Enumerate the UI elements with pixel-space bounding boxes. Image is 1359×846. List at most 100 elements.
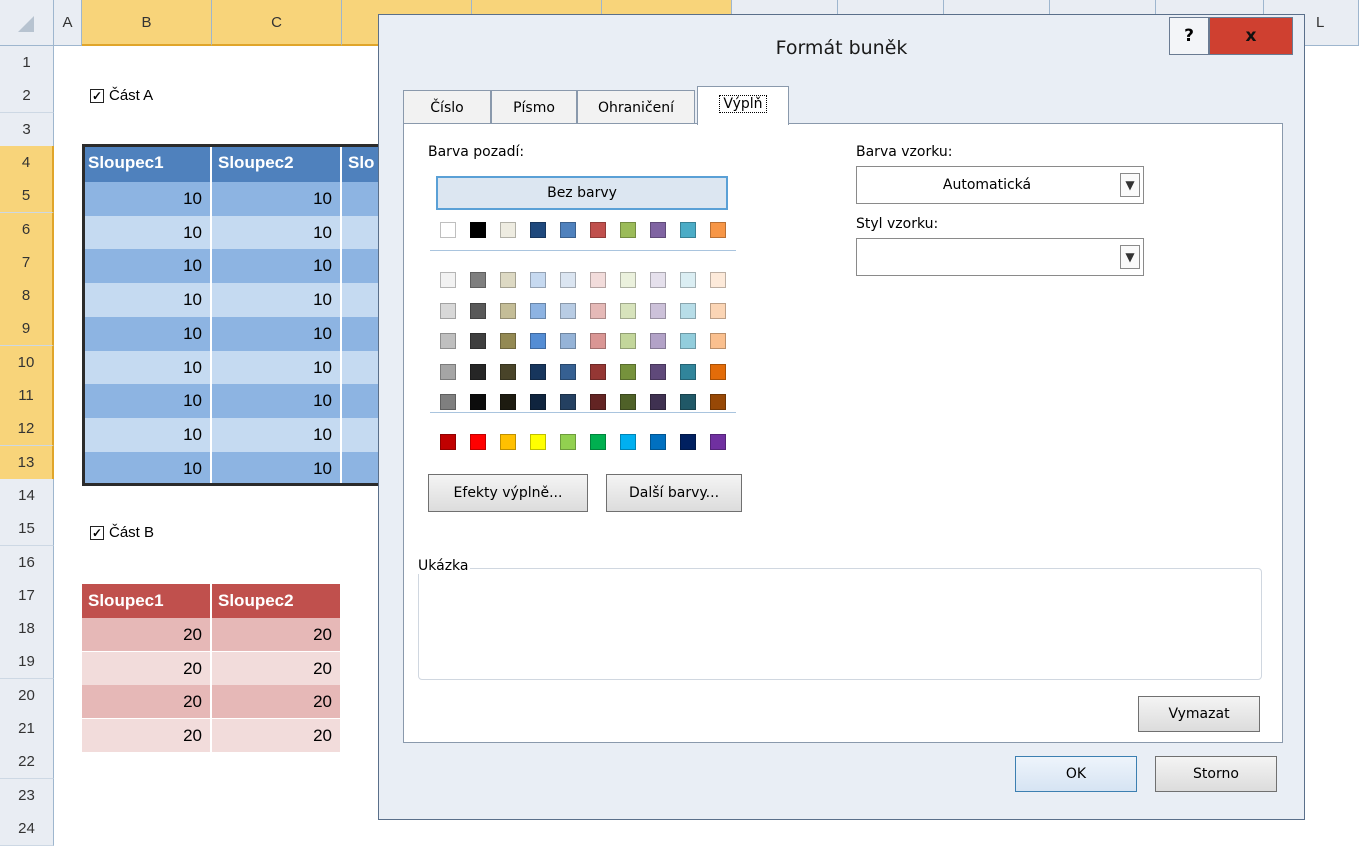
shade-color-swatch[interactable] [650, 272, 666, 288]
shade-color-swatch[interactable] [440, 394, 456, 410]
theme-color-swatch[interactable] [680, 222, 696, 238]
table-a-cell[interactable]: 10 [82, 451, 212, 486]
shade-color-swatch[interactable] [560, 272, 576, 288]
column-header-b[interactable]: B [82, 0, 212, 46]
shade-color-swatch[interactable] [590, 302, 606, 319]
row-header-8[interactable]: 8 [0, 279, 54, 314]
shade-color-swatch[interactable] [470, 333, 486, 349]
shade-color-swatch[interactable] [500, 333, 516, 349]
table-a-cell[interactable] [342, 417, 382, 452]
tab-vypln[interactable]: Výplň [697, 86, 789, 125]
table-a-cell[interactable]: 10 [212, 182, 342, 216]
column-header-c[interactable]: C [212, 0, 342, 46]
row-header-20[interactable]: 20 [0, 678, 54, 713]
shade-color-swatch[interactable] [680, 394, 696, 410]
tab-ohraniceni[interactable]: Ohraničení [577, 90, 695, 124]
table-a-cell[interactable] [342, 215, 382, 250]
shade-color-swatch[interactable] [710, 333, 726, 349]
standard-color-swatch[interactable] [650, 434, 666, 450]
table-a-cell[interactable]: 10 [82, 316, 212, 351]
table-a-cell[interactable]: 10 [212, 316, 342, 351]
table-a-cell[interactable]: 10 [82, 350, 212, 385]
select-all-corner[interactable] [0, 0, 54, 46]
row-header-4[interactable]: 4 [0, 145, 54, 180]
row-header-18[interactable]: 18 [0, 612, 54, 647]
shade-color-swatch[interactable] [440, 363, 456, 380]
cancel-button[interactable]: Storno [1155, 756, 1277, 792]
standard-color-swatch[interactable] [590, 434, 606, 450]
table-a-cell[interactable]: 10 [82, 182, 212, 216]
table-b-cell[interactable]: 20 [212, 651, 342, 685]
shade-color-swatch[interactable] [650, 363, 666, 380]
standard-color-swatch[interactable] [470, 434, 486, 450]
more-colors-button[interactable]: Další barvy... [606, 474, 742, 512]
row-header-11[interactable]: 11 [0, 379, 54, 413]
standard-color-swatch[interactable] [500, 434, 516, 450]
theme-color-swatch[interactable] [530, 222, 546, 238]
shade-color-swatch[interactable] [650, 333, 666, 349]
row-header-16[interactable]: 16 [0, 545, 54, 580]
standard-color-swatch[interactable] [440, 434, 456, 450]
section-b-checkbox[interactable]: ✓ Část B [90, 524, 154, 541]
table-a-cell[interactable]: 10 [212, 384, 342, 419]
theme-color-swatch[interactable] [440, 222, 456, 238]
shade-color-swatch[interactable] [620, 363, 636, 380]
row-header-12[interactable]: 12 [0, 412, 54, 447]
theme-color-swatch[interactable] [710, 222, 726, 238]
row-header-22[interactable]: 22 [0, 745, 54, 780]
row-header-10[interactable]: 10 [0, 345, 54, 380]
table-a-header-1[interactable]: Sloupec1 [82, 144, 212, 182]
table-a-cell[interactable]: 10 [212, 417, 342, 452]
shade-color-swatch[interactable] [530, 394, 546, 410]
shade-color-swatch[interactable] [530, 363, 546, 380]
row-header-7[interactable]: 7 [0, 245, 54, 280]
table-a-cell[interactable] [342, 182, 382, 216]
table-a-cell[interactable] [342, 283, 382, 318]
table-b-cell[interactable]: 20 [82, 618, 212, 651]
shade-color-swatch[interactable] [620, 394, 636, 410]
shade-color-swatch[interactable] [590, 272, 606, 288]
row-header-9[interactable]: 9 [0, 312, 54, 347]
shade-color-swatch[interactable] [560, 333, 576, 349]
table-a-cell[interactable]: 10 [82, 417, 212, 452]
row-header-23[interactable]: 23 [0, 778, 54, 813]
table-b-header-2[interactable]: Sloupec2 [212, 584, 342, 618]
shade-color-swatch[interactable] [500, 272, 516, 288]
row-header-24[interactable]: 24 [0, 811, 54, 846]
row-header-5[interactable]: 5 [0, 179, 54, 214]
ok-button[interactable]: OK [1015, 756, 1137, 792]
standard-color-swatch[interactable] [710, 434, 726, 450]
table-b-cell[interactable]: 20 [212, 718, 342, 752]
shade-color-swatch[interactable] [440, 272, 456, 288]
shade-color-swatch[interactable] [470, 302, 486, 319]
shade-color-swatch[interactable] [500, 394, 516, 410]
shade-color-swatch[interactable] [650, 394, 666, 410]
standard-color-swatch[interactable] [680, 434, 696, 450]
fill-effects-button[interactable]: Efekty výplně... [428, 474, 588, 512]
table-a-cell[interactable]: 10 [212, 283, 342, 318]
table-a-cell[interactable]: 10 [212, 215, 342, 250]
shade-color-swatch[interactable] [470, 272, 486, 288]
pattern-color-select[interactable]: Automatická ▼ [856, 166, 1144, 204]
theme-color-swatch[interactable] [470, 222, 486, 238]
section-a-checkbox[interactable]: ✓ Část A [90, 87, 153, 104]
row-header-21[interactable]: 21 [0, 712, 54, 746]
table-b-cell[interactable]: 20 [212, 618, 342, 651]
shade-color-swatch[interactable] [530, 272, 546, 288]
standard-color-swatch[interactable] [620, 434, 636, 450]
theme-color-swatch[interactable] [650, 222, 666, 238]
row-header-6[interactable]: 6 [0, 212, 54, 247]
shade-color-swatch[interactable] [710, 272, 726, 288]
table-a-cell[interactable]: 10 [212, 249, 342, 284]
tab-cislo[interactable]: Číslo [403, 90, 491, 124]
theme-color-swatch[interactable] [620, 222, 636, 238]
shade-color-swatch[interactable] [710, 302, 726, 319]
shade-color-swatch[interactable] [590, 363, 606, 380]
table-a-cell[interactable]: 10 [82, 283, 212, 318]
column-header-a[interactable]: A [54, 0, 82, 46]
shade-color-swatch[interactable] [530, 333, 546, 349]
table-a-cell[interactable]: 10 [212, 451, 342, 486]
chevron-down-icon[interactable]: ▼ [1120, 245, 1140, 269]
tab-pismo[interactable]: Písmo [491, 90, 577, 124]
table-b-cell[interactable]: 20 [82, 685, 212, 718]
